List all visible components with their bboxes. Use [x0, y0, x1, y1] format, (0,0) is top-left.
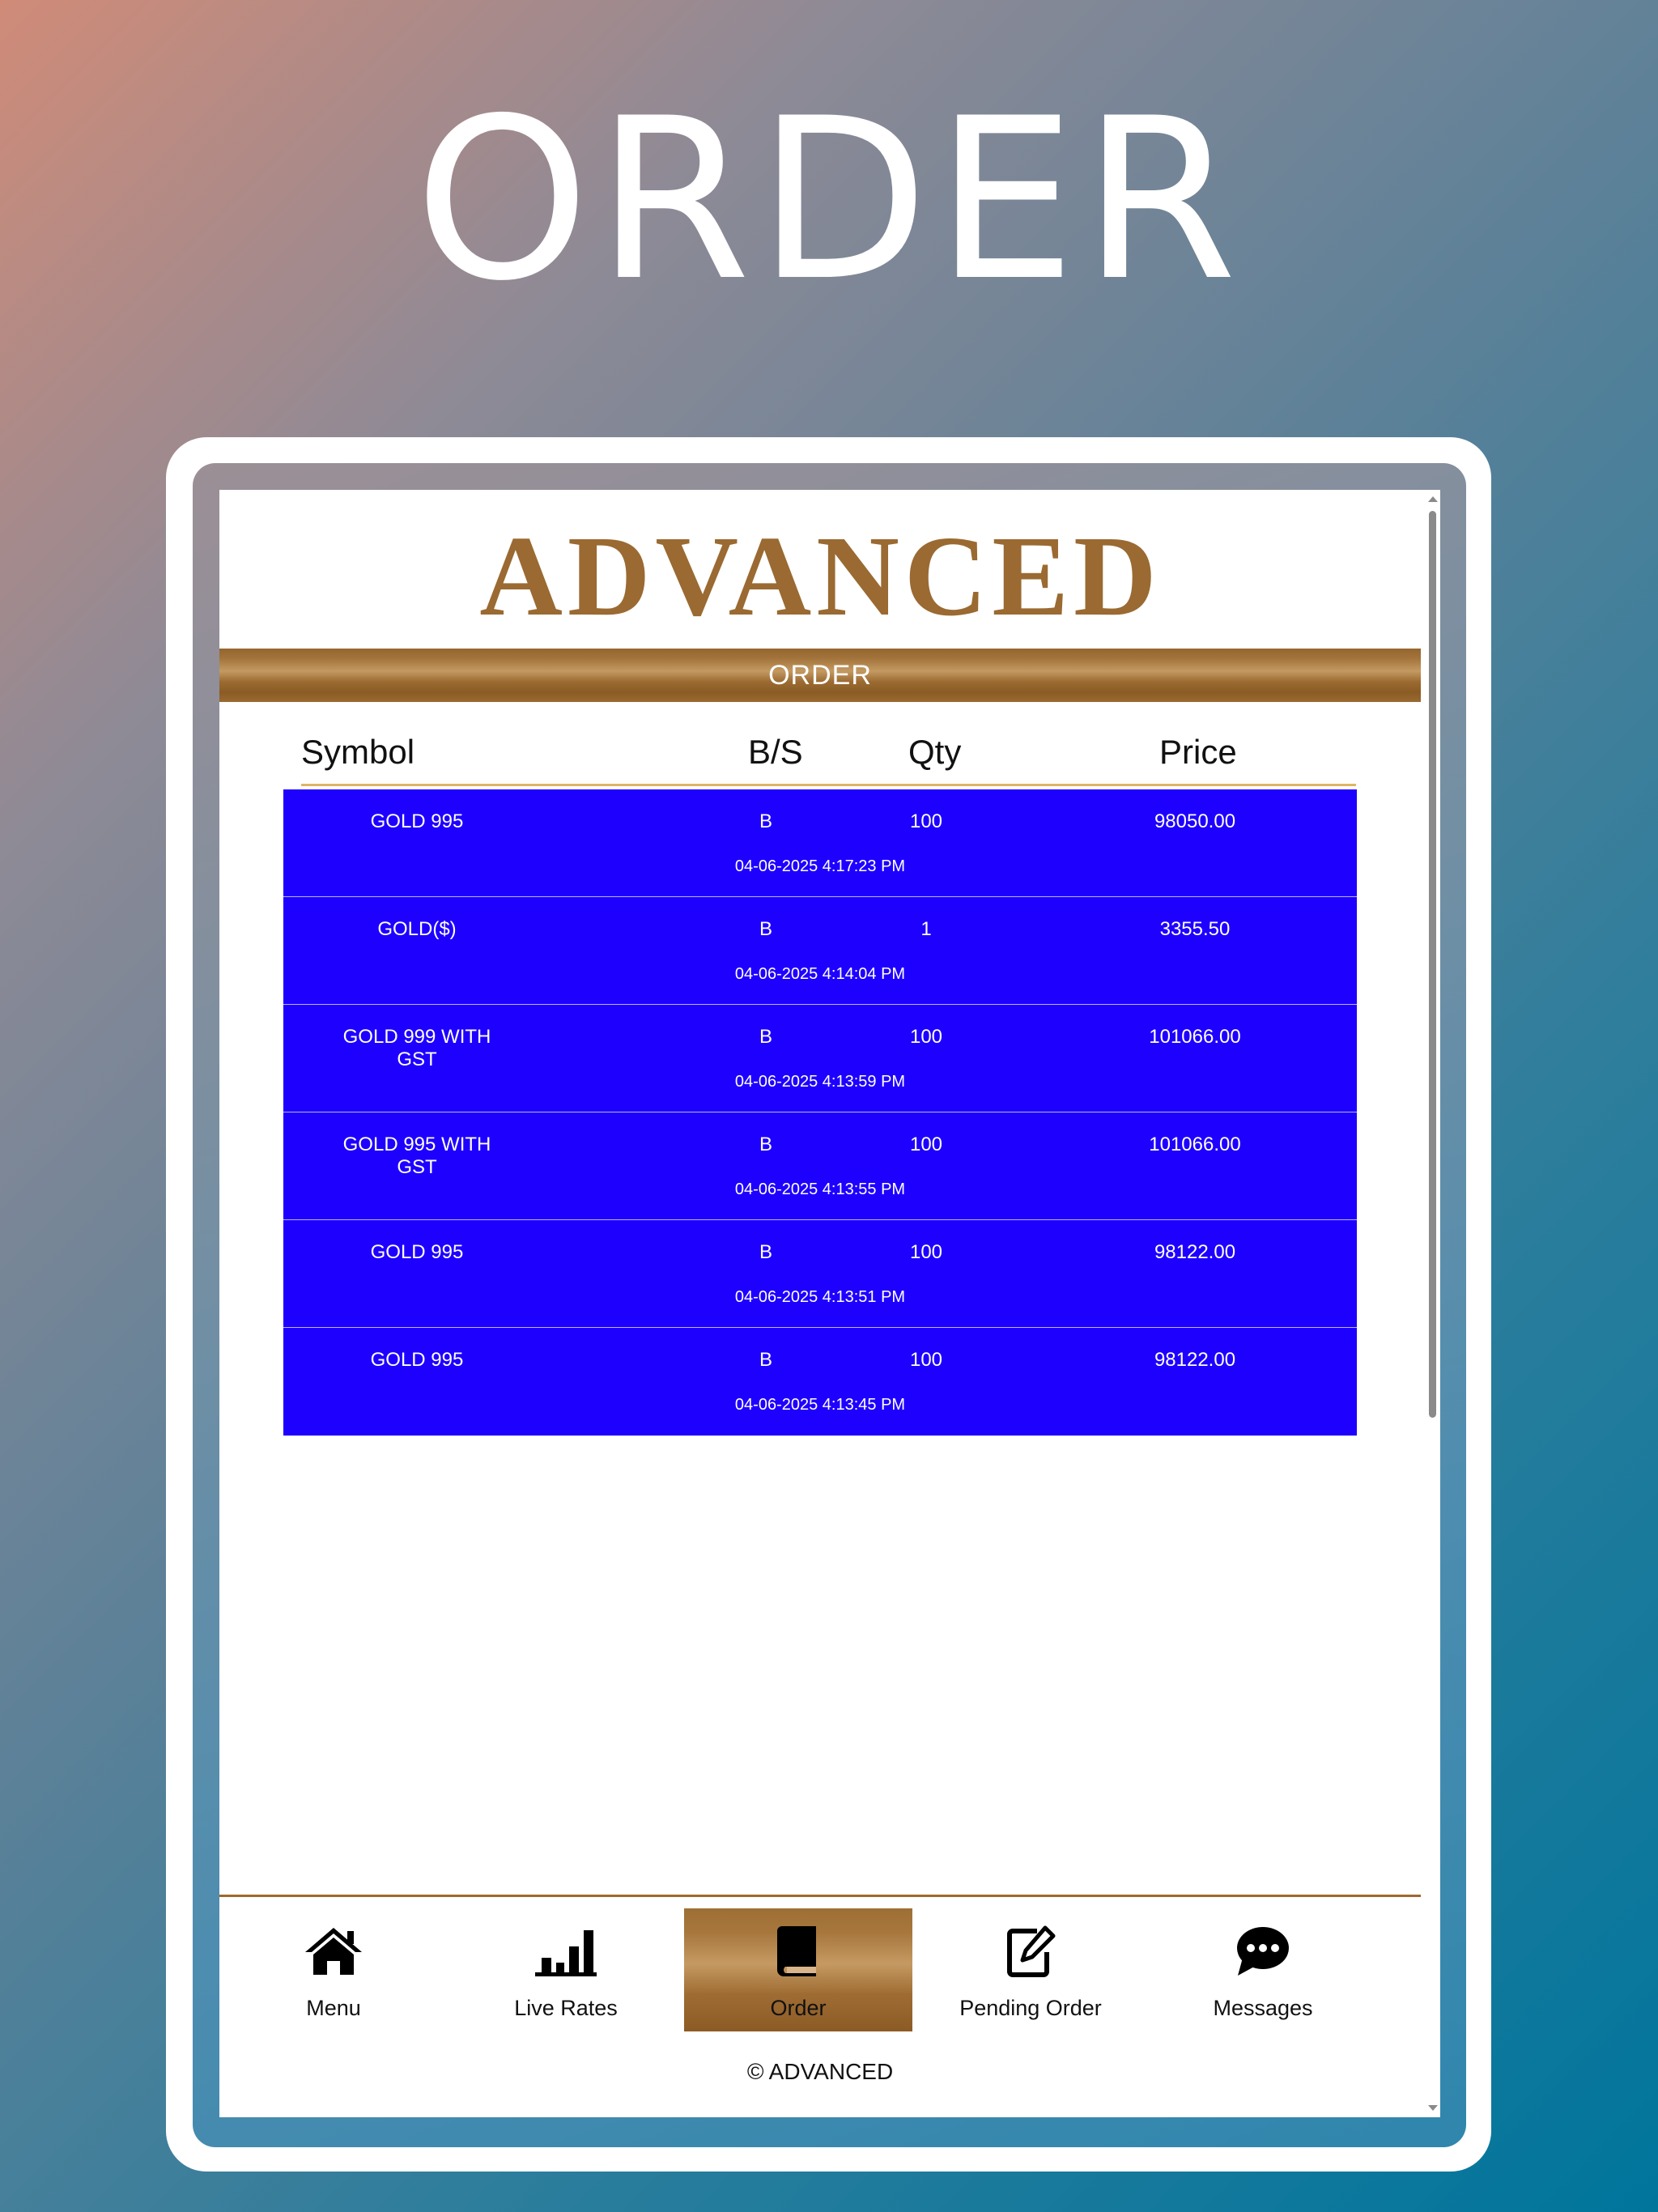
nav-item-menu[interactable]: Menu: [219, 1908, 448, 2031]
table-row[interactable]: GOLD 995 B 100 98050.00 04-06-2025 4:17:…: [283, 789, 1357, 897]
tablet-frame: ADVANCED ORDER Symbol B/S Qty Price GOLD…: [166, 437, 1491, 2172]
order-qty: 100: [909, 1241, 943, 1263]
scroll-thumb[interactable]: [1429, 511, 1436, 1418]
footer-copyright: © ADVANCED: [746, 2059, 894, 2084]
order-symbol: GOLD 995 WITH GST: [342, 1134, 491, 1178]
order-price: 3355.50: [1159, 918, 1231, 940]
order-timestamp: 04-06-2025 4:17:23 PM: [734, 857, 906, 875]
order-timestamp: 04-06-2025 4:13:51 PM: [734, 1288, 906, 1306]
nav-item-live-rates[interactable]: Live Rates: [452, 1908, 680, 2031]
order-symbol: GOLD 995: [370, 1241, 464, 1263]
nav-label-live-rates: Live Rates: [514, 1996, 618, 2020]
nav-label-pending-order: Pending Order: [959, 1996, 1102, 2020]
book-icon: [684, 1923, 912, 1980]
home-icon: [219, 1923, 448, 1980]
order-symbol: GOLD($): [377, 918, 457, 940]
table-row[interactable]: GOLD 999 WITH GST B 100 101066.00 04-06-…: [283, 1005, 1357, 1112]
scroll-up-arrow-icon[interactable]: [1428, 496, 1438, 502]
edit-icon: [916, 1923, 1145, 1980]
order-price: 101066.00: [1149, 1026, 1241, 1048]
order-timestamp: 04-06-2025 4:13:55 PM: [734, 1180, 906, 1198]
nav-label-menu: Menu: [306, 1996, 361, 2020]
order-price: 98050.00: [1154, 810, 1236, 832]
promo-title: ORDER: [414, 70, 1244, 330]
table-row[interactable]: GOLD 995 B 100 98122.00 04-06-2025 4:13:…: [283, 1220, 1357, 1328]
order-qty: 1: [920, 918, 932, 940]
tablet-bezel: ADVANCED ORDER Symbol B/S Qty Price GOLD…: [193, 463, 1466, 2147]
header-qty: Qty: [908, 733, 962, 771]
order-price: 98122.00: [1154, 1241, 1236, 1263]
order-symbol: GOLD 995: [370, 810, 464, 832]
order-symbol: GOLD 995: [370, 1349, 464, 1371]
header-price: Price: [1159, 733, 1237, 771]
order-price: 98122.00: [1154, 1349, 1236, 1371]
order-timestamp: 04-06-2025 4:14:04 PM: [734, 965, 906, 983]
order-qty: 100: [909, 1134, 943, 1155]
bar-chart-icon: [452, 1923, 680, 1980]
brand-logo: ADVANCED: [479, 512, 1162, 640]
table-row[interactable]: GOLD 995 B 100 98122.00 04-06-2025 4:13:…: [283, 1328, 1357, 1436]
table-row[interactable]: GOLD 995 WITH GST B 100 101066.00 04-06-…: [283, 1112, 1357, 1220]
order-qty: 100: [909, 1026, 943, 1048]
table-header: Symbol B/S Qty Price: [301, 725, 1356, 786]
nav-label-order: Order: [770, 1996, 827, 2020]
header-symbol: Symbol: [301, 733, 415, 771]
order-side: B: [759, 1241, 772, 1263]
table-row[interactable]: GOLD($) B 1 3355.50 04-06-2025 4:14:04 P…: [283, 897, 1357, 1005]
order-timestamp: 04-06-2025 4:13:45 PM: [734, 1396, 906, 1414]
order-side: B: [759, 1349, 772, 1371]
header-buy-sell: B/S: [748, 733, 803, 771]
order-timestamp: 04-06-2025 4:13:59 PM: [734, 1073, 906, 1091]
app-screen: ADVANCED ORDER Symbol B/S Qty Price GOLD…: [219, 490, 1440, 2117]
nav-item-pending-order[interactable]: Pending Order: [916, 1908, 1145, 2031]
bottom-nav: Menu Live Rates Order Pending Order Mess…: [219, 1908, 1421, 2031]
scrollbar[interactable]: [1424, 490, 1440, 2117]
nav-label-messages: Messages: [1213, 1996, 1313, 2020]
order-list: GOLD 995 B 100 98050.00 04-06-2025 4:17:…: [283, 789, 1357, 1436]
order-side: B: [759, 1026, 772, 1048]
chat-bubble-icon: [1149, 1923, 1377, 1980]
order-price: 101066.00: [1149, 1134, 1241, 1155]
order-side: B: [759, 1134, 772, 1155]
order-qty: 100: [909, 810, 943, 832]
order-symbol: GOLD 999 WITH GST: [342, 1026, 491, 1070]
section-banner: ORDER: [219, 649, 1421, 702]
nav-item-order[interactable]: Order: [684, 1908, 912, 2031]
section-title: ORDER: [768, 659, 872, 691]
order-side: B: [759, 918, 772, 940]
scroll-down-arrow-icon[interactable]: [1428, 2105, 1438, 2111]
nav-divider: [219, 1895, 1421, 1897]
nav-item-messages[interactable]: Messages: [1149, 1908, 1377, 2031]
order-side: B: [759, 810, 772, 832]
order-qty: 100: [909, 1349, 943, 1371]
